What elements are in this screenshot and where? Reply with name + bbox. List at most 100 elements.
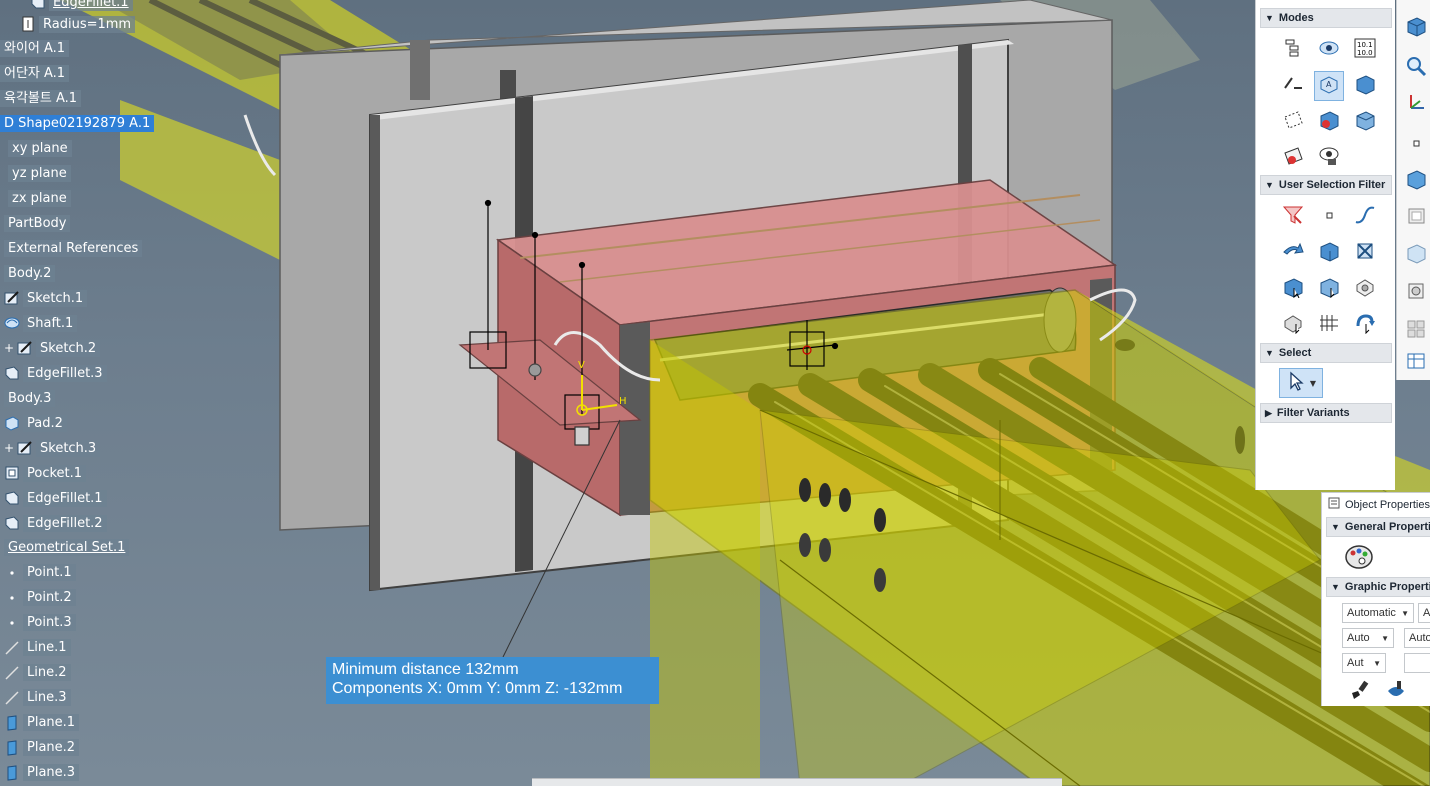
part-box-icon[interactable]: [1405, 15, 1427, 37]
tree-node-point-3[interactable]: Point.3: [4, 613, 76, 633]
tree-node-sketch-3[interactable]: + Sketch.3: [4, 438, 101, 458]
solid-part-icon[interactable]: [1405, 168, 1427, 190]
modes-label: Modes: [1278, 12, 1314, 24]
multi-select-button[interactable]: [1278, 310, 1308, 340]
tree-node-line-1[interactable]: Line.1: [4, 638, 71, 658]
tree-node-와이어-a-1[interactable]: 와이어 A.1: [0, 39, 70, 59]
line-type-dropdown[interactable]: Auto: [1404, 628, 1430, 648]
face-select-button[interactable]: [1314, 274, 1344, 304]
tree-node-body-2[interactable]: Body.2: [4, 264, 56, 284]
tree-node-yz-plane[interactable]: yz plane: [8, 164, 71, 184]
volume-filter-button[interactable]: [1314, 238, 1344, 268]
tree-node-external-references[interactable]: External References: [4, 239, 143, 259]
axis-system-icon[interactable]: [1405, 92, 1427, 114]
transparency-dropdown[interactable]: A: [1418, 603, 1430, 623]
properties-icon: [1328, 497, 1340, 512]
expand-toggle-icon[interactable]: +: [4, 341, 14, 355]
tree-node-edgefillet-1[interactable]: EdgeFillet.1: [4, 488, 107, 508]
arrow-filter-button[interactable]: [1278, 238, 1308, 268]
tree-node-edgefillet-2[interactable]: EdgeFillet.2: [4, 513, 107, 533]
painter-reset-icon[interactable]: [1384, 679, 1408, 704]
hidden-red-button[interactable]: [1278, 143, 1308, 173]
tree-node-d-shape02192879-a-1[interactable]: D Shape02192879 A.1: [0, 114, 155, 134]
swap-button[interactable]: [1278, 71, 1308, 101]
horizontal-scrollbar[interactable]: [532, 778, 1062, 786]
tree-node-label: 와이어 A.1: [0, 40, 70, 58]
tree-node-sketch-2[interactable]: + Sketch.2: [4, 338, 101, 358]
tree-node-label: Line.1: [23, 639, 71, 657]
expand-toggle-icon[interactable]: +: [4, 441, 14, 455]
tree-node-shaft-1[interactable]: Shaft.1: [4, 313, 78, 333]
rotate-select-button[interactable]: [1350, 310, 1380, 340]
tree-node-sketch-1[interactable]: Sketch.1: [4, 288, 88, 308]
tree-node-plane-3[interactable]: Plane.3: [4, 763, 80, 783]
tree-node-plane-1[interactable]: Plane.1: [4, 713, 80, 733]
grid-select-button[interactable]: [1314, 310, 1344, 340]
assembly-icon[interactable]: [1405, 280, 1427, 302]
graphic-properties-header[interactable]: ▼ Graphic Properties: [1326, 577, 1430, 597]
small-point-icon[interactable]: [1405, 132, 1427, 154]
red-solid-button[interactable]: [1314, 107, 1344, 137]
spec-tree-button[interactable]: [1278, 35, 1308, 65]
solid-box-button[interactable]: [1350, 71, 1380, 101]
gear-select-button[interactable]: [1350, 274, 1380, 304]
measure-distance-text: Minimum distance 132mm: [332, 661, 519, 678]
dashed-plane-button[interactable]: [1278, 107, 1308, 137]
box-select-button[interactable]: [1278, 274, 1308, 304]
line-color-dropdown[interactable]: Auto ▼: [1342, 628, 1394, 648]
paintbrush-icon[interactable]: [1348, 679, 1372, 704]
tree-node-label: Point.1: [23, 564, 76, 582]
modes-section-header[interactable]: ▼ Modes: [1260, 8, 1392, 28]
point-filter-icon: [1318, 204, 1340, 230]
tree-node-xy-plane[interactable]: xy plane: [8, 139, 72, 159]
tree-node-label: Pad.2: [23, 414, 67, 432]
tree-node-edgefillet-1[interactable]: EdgeFillet.1: [30, 0, 133, 12]
user-selection-filter-header[interactable]: ▼ User Selection Filter: [1260, 175, 1392, 195]
table-icon[interactable]: [1405, 350, 1427, 372]
show-hide-button[interactable]: [1314, 35, 1344, 65]
curve-filter-button[interactable]: [1350, 202, 1380, 232]
shell-icon[interactable]: [1405, 205, 1427, 227]
tree-node-line-3[interactable]: Line.3: [4, 688, 71, 708]
select-section-header[interactable]: ▼ Select: [1260, 343, 1392, 363]
tree-node-pad-2[interactable]: Pad.2: [4, 413, 67, 433]
chevron-down-icon[interactable]: ▼: [1310, 379, 1316, 388]
point-icon: [4, 590, 20, 606]
tree-node-plane-2[interactable]: Plane.2: [4, 738, 80, 758]
numeric-display-button[interactable]: 10.1 10.0: [1350, 35, 1380, 65]
tree-node-label: zx plane: [8, 190, 71, 208]
point-color-dropdown[interactable]: Aut ▼: [1342, 653, 1386, 673]
grid-icon[interactable]: [1405, 317, 1427, 339]
tree-node-radius-1mm[interactable]: Radius=1mm: [20, 14, 136, 34]
fill-color-value: Automatic: [1347, 607, 1396, 619]
annotation-mode-button[interactable]: A: [1314, 71, 1344, 101]
zoom-icon[interactable]: [1405, 55, 1427, 77]
tree-node-육각볼트-a-1[interactable]: 육각볼트 A.1: [0, 89, 82, 109]
red-funnel-button[interactable]: [1278, 202, 1308, 232]
tree-node-line-2[interactable]: Line.2: [4, 663, 71, 683]
select-cursor-button[interactable]: ▼: [1279, 368, 1323, 398]
tree-node-어단자-a-1[interactable]: 어단자 A.1: [0, 64, 70, 84]
tree-node-edgefillet-3[interactable]: EdgeFillet.3: [4, 363, 107, 383]
wire-box-button[interactable]: [1350, 107, 1380, 137]
filter-variants-header[interactable]: ▶ Filter Variants: [1260, 403, 1392, 423]
tree-node-pocket-1[interactable]: Pocket.1: [4, 463, 87, 483]
tree-node-body-3[interactable]: Body.3: [4, 388, 56, 408]
plane-icon: [4, 764, 20, 781]
tree-node-point-2[interactable]: Point.2: [4, 588, 76, 608]
point-filter-button[interactable]: [1314, 202, 1344, 232]
general-properties-header[interactable]: ▼ General Properties: [1326, 517, 1430, 537]
tree-node-point-1[interactable]: Point.1: [4, 563, 76, 583]
arrow-filter-icon: [1282, 240, 1304, 266]
tree-node-partbody[interactable]: PartBody: [4, 214, 71, 234]
tree-node-zx-plane[interactable]: zx plane: [8, 189, 71, 209]
tree-node-geometrical-set-1[interactable]: Geometrical Set.1: [4, 538, 130, 558]
tree-node-label: Plane.3: [23, 764, 80, 781]
edge-filter-button[interactable]: [1350, 238, 1380, 268]
point-symbol-dropdown[interactable]: ▼: [1404, 653, 1430, 673]
chevron-down-icon: ▼: [1373, 658, 1381, 668]
palette-icon[interactable]: [1344, 543, 1374, 574]
surface-box-icon[interactable]: [1405, 242, 1427, 264]
fill-color-dropdown[interactable]: Automatic ▼: [1342, 603, 1414, 623]
lock-view-button[interactable]: [1314, 143, 1344, 173]
